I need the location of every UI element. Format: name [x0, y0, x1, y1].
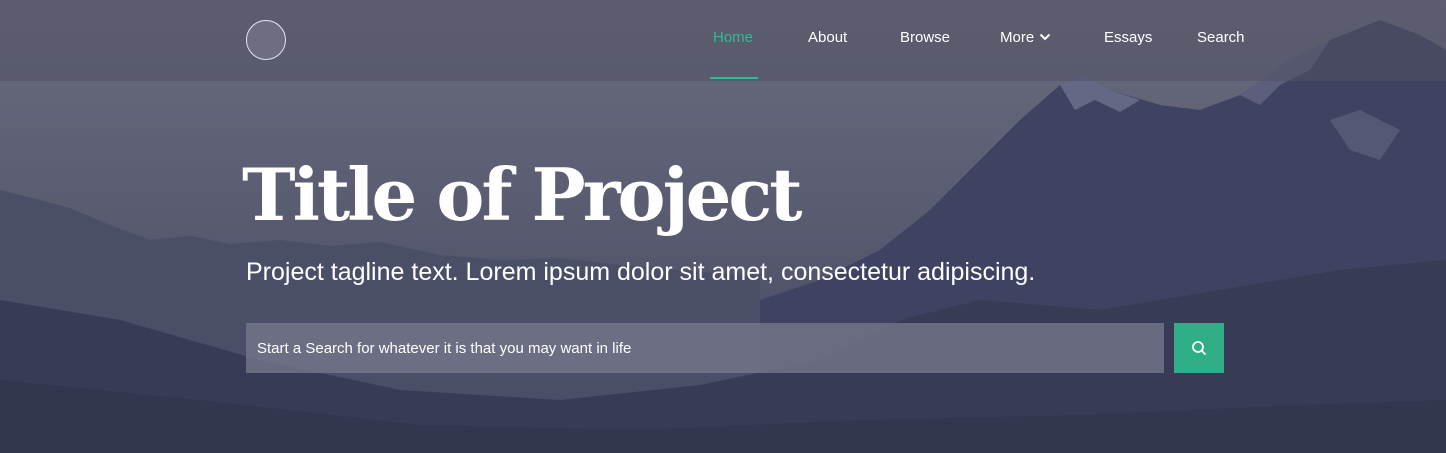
search-button[interactable] — [1174, 323, 1224, 373]
search-icon — [1192, 341, 1206, 355]
nav-item-browse[interactable]: Browse — [900, 29, 950, 46]
nav-item-search[interactable]: Search — [1197, 29, 1245, 46]
page-title: Title of Project — [242, 152, 803, 237]
chevron-down-icon — [1039, 33, 1051, 41]
nav-item-home[interactable]: Home — [713, 29, 753, 46]
nav-item-essays[interactable]: Essays — [1104, 29, 1152, 46]
nav-item-about[interactable]: About — [808, 29, 847, 46]
search-input[interactable] — [246, 323, 1164, 373]
active-nav-indicator — [710, 77, 758, 79]
nav-item-more-label: More — [1000, 29, 1035, 46]
project-tagline: Project tagline text. Lorem ipsum dolor … — [246, 258, 1036, 286]
nav-item-more[interactable]: More — [1000, 29, 1051, 46]
site-logo[interactable] — [246, 20, 286, 60]
